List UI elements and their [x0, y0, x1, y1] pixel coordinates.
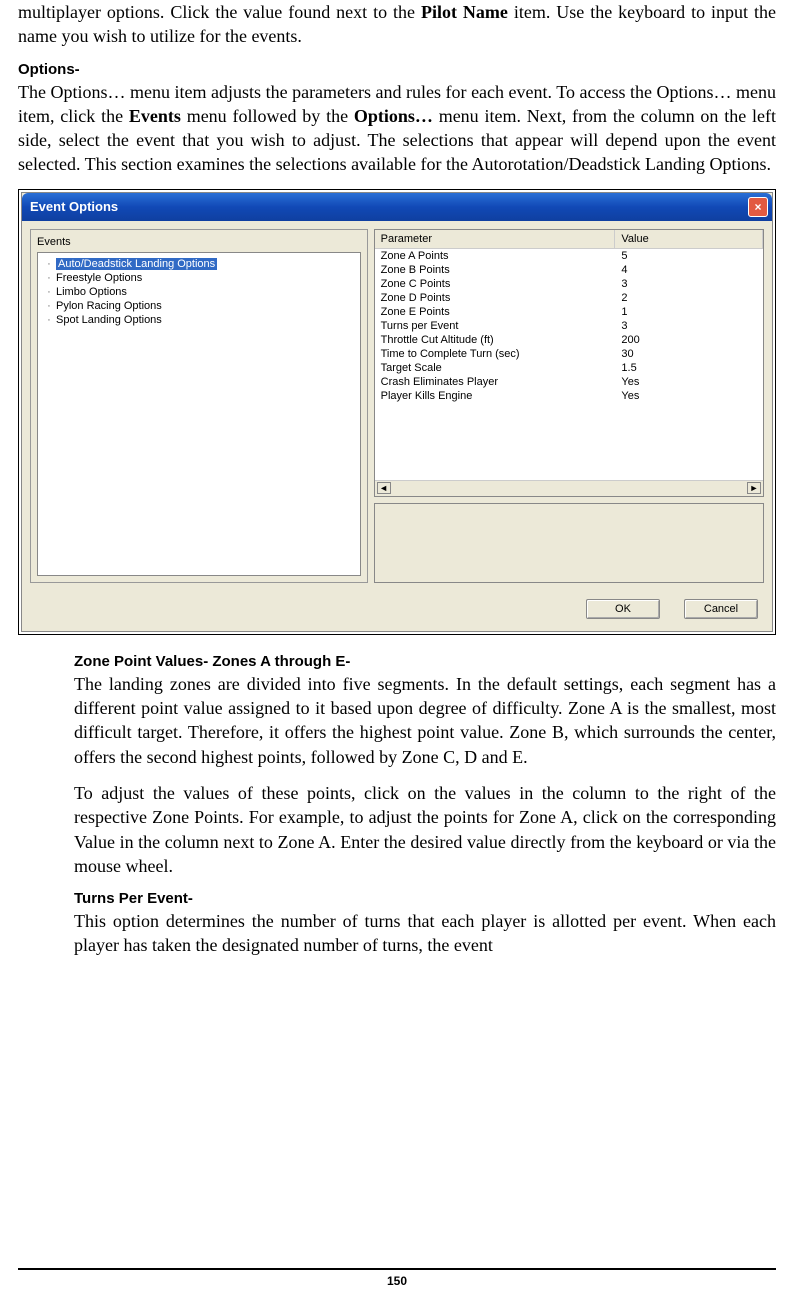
param-value[interactable]: 3	[615, 277, 763, 291]
table-row[interactable]: Zone C Points3	[375, 277, 763, 291]
param-value[interactable]: 4	[615, 263, 763, 277]
table-row[interactable]: Turns per Event3	[375, 319, 763, 333]
col-header-parameter[interactable]: Parameter	[375, 230, 616, 248]
param-name: Zone D Points	[375, 291, 616, 305]
sidebar-item-label: Auto/Deadstick Landing Options	[56, 258, 217, 270]
dialog-buttons: OK Cancel	[22, 591, 772, 631]
param-value[interactable]: 30	[615, 347, 763, 361]
sidebar-item-label: Freestyle Options	[56, 272, 142, 284]
table-row[interactable]: Crash Eliminates PlayerYes	[375, 375, 763, 389]
table-row[interactable]: Zone A Points5	[375, 249, 763, 263]
param-name: Zone B Points	[375, 263, 616, 277]
sidebar-item-4[interactable]: · Spot Landing Options	[44, 313, 354, 327]
table-row[interactable]: Zone E Points1	[375, 305, 763, 319]
param-name: Player Kills Engine	[375, 389, 616, 403]
sidebar-item-3[interactable]: · Pylon Racing Options	[44, 299, 354, 313]
param-name: Target Scale	[375, 361, 616, 375]
bullet-icon: ·	[46, 258, 52, 270]
detail-pane	[374, 503, 764, 583]
scroll-right-icon[interactable]: ►	[747, 482, 761, 494]
options-heading: Options-	[18, 61, 776, 78]
zone-points-para1: The landing zones are divided into five …	[74, 672, 776, 769]
parameter-header: Parameter Value	[375, 230, 763, 249]
zone-points-para2: To adjust the values of these points, cl…	[74, 781, 776, 878]
param-name: Zone C Points	[375, 277, 616, 291]
dialog-screenshot: Event Options × Events · Auto/Deadstick L…	[18, 189, 776, 635]
param-value[interactable]: 1	[615, 305, 763, 319]
table-row[interactable]: Throttle Cut Altitude (ft)200	[375, 333, 763, 347]
param-name: Time to Complete Turn (sec)	[375, 347, 616, 361]
horizontal-scrollbar[interactable]: ◄ ►	[375, 480, 763, 496]
bullet-icon: ·	[46, 314, 52, 326]
dialog-title: Event Options	[30, 199, 118, 214]
param-value[interactable]: 5	[615, 249, 763, 263]
turns-per-event-heading: Turns Per Event-	[74, 890, 776, 907]
table-row[interactable]: Zone B Points4	[375, 263, 763, 277]
sidebar-item-label: Pylon Racing Options	[56, 300, 162, 312]
events-tree[interactable]: · Auto/Deadstick Landing Options · Freestyl…	[37, 252, 361, 576]
options-paragraph: The Options… menu item adjusts the param…	[18, 80, 776, 177]
bullet-icon: ·	[46, 300, 52, 312]
param-name: Turns per Event	[375, 319, 616, 333]
param-value[interactable]: Yes	[615, 375, 763, 389]
col-header-value[interactable]: Value	[615, 230, 763, 248]
zone-points-heading: Zone Point Values- Zones A through E-	[74, 653, 776, 670]
param-name: Zone A Points	[375, 249, 616, 263]
parameter-list: Parameter Value Zone A Points5Zone B Poi…	[374, 229, 764, 497]
ok-button[interactable]: OK	[586, 599, 660, 619]
table-row[interactable]: Target Scale1.5	[375, 361, 763, 375]
sidebar-item-2[interactable]: · Limbo Options	[44, 285, 354, 299]
sidebar-item-label: Spot Landing Options	[56, 314, 162, 326]
param-value[interactable]: Yes	[615, 389, 763, 403]
cancel-button[interactable]: Cancel	[684, 599, 758, 619]
intro-paragraph: multiplayer options. Click the value fou…	[18, 0, 776, 49]
sidebar-item-0[interactable]: · Auto/Deadstick Landing Options	[44, 257, 354, 271]
bullet-icon: ·	[46, 286, 52, 298]
sidebar-item-1[interactable]: · Freestyle Options	[44, 271, 354, 285]
param-name: Crash Eliminates Player	[375, 375, 616, 389]
close-icon[interactable]: ×	[748, 197, 768, 217]
table-row[interactable]: Zone D Points2	[375, 291, 763, 305]
event-options-dialog: Event Options × Events · Auto/Deadstick L…	[21, 192, 773, 632]
param-name: Throttle Cut Altitude (ft)	[375, 333, 616, 347]
page-number: 150	[18, 1268, 776, 1288]
param-value[interactable]: 1.5	[615, 361, 763, 375]
scroll-left-icon[interactable]: ◄	[377, 482, 391, 494]
turns-per-event-para: This option determines the number of tur…	[74, 909, 776, 958]
bullet-icon: ·	[46, 272, 52, 284]
param-name: Zone E Points	[375, 305, 616, 319]
events-label: Events	[37, 236, 361, 248]
title-bar: Event Options ×	[22, 193, 772, 221]
param-value[interactable]: 2	[615, 291, 763, 305]
param-value[interactable]: 3	[615, 319, 763, 333]
table-row[interactable]: Player Kills EngineYes	[375, 389, 763, 403]
param-value[interactable]: 200	[615, 333, 763, 347]
table-row[interactable]: Time to Complete Turn (sec)30	[375, 347, 763, 361]
sidebar-item-label: Limbo Options	[56, 286, 127, 298]
